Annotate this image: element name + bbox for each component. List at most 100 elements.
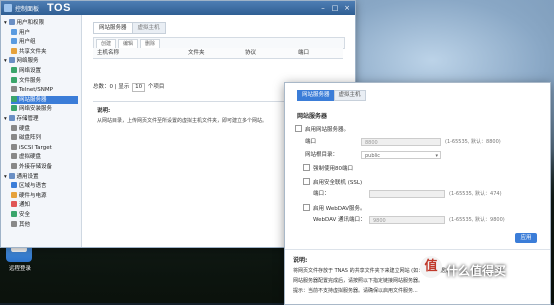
- sidebar-item[interactable]: 用户: [11, 28, 78, 37]
- webdav-checkbox[interactable]: [303, 204, 310, 211]
- maximize-button[interactable]: □: [331, 4, 339, 12]
- sidebar-item[interactable]: 通知: [11, 201, 78, 209]
- dialog-desc-line-2: 网站服务器配置完成后，请按照以下指定链接网站服务器。: [293, 278, 424, 284]
- sidebar-item-icon: [11, 124, 17, 131]
- pager-items-label: 个项目: [147, 84, 165, 90]
- logo-text: TOS: [47, 2, 71, 14]
- sidebar-item-icon: [11, 105, 17, 112]
- sidebar-item-label: 虚拟硬盘: [19, 154, 42, 161]
- tab-web-server[interactable]: 网站服务器: [93, 22, 133, 34]
- table-header: 主机名称 文件夹 协议 端口: [93, 48, 343, 59]
- sidebar-item[interactable]: 网络设置: [11, 67, 78, 75]
- sidebar-item[interactable]: ▾ 用户和权限: [4, 19, 78, 27]
- port-input[interactable]: 8800: [361, 138, 441, 146]
- page-size-select[interactable]: 10: [132, 83, 146, 92]
- sidebar: ▾ 用户和权限 用户 用户组 共享文件夹 ▾ 网络服务网络设置文件服务 Telnet/SN…: [1, 15, 82, 247]
- sidebar-item-icon: [11, 67, 17, 73]
- expand-arrow-icon[interactable]: ▾: [4, 58, 9, 64]
- sidebar-item-label: 文件服务: [19, 77, 42, 84]
- sidebar-item[interactable]: 外接存储设备: [11, 163, 78, 171]
- cp-desc-text: 从网站目录，上传网页文件至所设置的虚拟主机文件夹，即可建立多个网站。: [97, 118, 268, 124]
- sidebar-item-label: 硬件与电源: [19, 192, 47, 199]
- sidebar-item-label: 网络设置: [19, 68, 42, 74]
- ssl-checkbox[interactable]: [303, 178, 310, 185]
- expand-arrow-icon[interactable]: ▾: [4, 20, 9, 26]
- sidebar-item-label: 通知: [19, 202, 31, 209]
- sidebar-item-icon: [11, 38, 17, 45]
- sidebar-item-icon: [11, 201, 17, 208]
- root-dir-value: public: [365, 153, 381, 159]
- dialog-tab-web-server[interactable]: 网站服务器: [297, 90, 335, 101]
- sidebar-item-label: 磁盘阵列: [19, 135, 42, 142]
- sidebar-item[interactable]: 网站服务器: [11, 95, 78, 104]
- enable-web-server-checkbox[interactable]: [295, 125, 302, 132]
- sidebar-item[interactable]: 用户组: [11, 38, 78, 46]
- webdav-port-hint: (1-65535, 默认：9800): [449, 217, 505, 223]
- sidebar-item-icon: [11, 76, 17, 83]
- sidebar-item[interactable]: 硬件与电源: [11, 191, 78, 200]
- sidebar-item-icon: [8, 172, 15, 179]
- dialog-tabs: 网站服务器 虚拟主机: [297, 90, 366, 101]
- col-hostname[interactable]: 主机名称: [97, 48, 119, 58]
- root-dir-select[interactable]: public ▾: [361, 151, 441, 159]
- ssl-port-hint: (1-65535, 默认：474): [449, 191, 502, 197]
- force-port80-label: 强制使用80端口: [313, 166, 353, 172]
- sidebar-item-label: 网络安装服务: [19, 106, 53, 113]
- force-port80-checkbox[interactable]: [303, 164, 310, 171]
- port-hint: (1-65535, 默认：8800): [445, 139, 501, 145]
- watermark-logo-icon: 值: [420, 256, 442, 278]
- sidebar-item[interactable]: Telnet/SNMP: [11, 86, 78, 94]
- ssl-label: 启用安全联机 (SSL): [313, 180, 363, 186]
- expand-arrow-icon[interactable]: ▾: [4, 116, 9, 122]
- section-title: 网站服务器: [297, 113, 328, 120]
- col-protocol[interactable]: 协议: [245, 48, 256, 58]
- sidebar-item[interactable]: 文件服务: [11, 76, 78, 85]
- pager-total: 总数：0 | 显示: [93, 84, 130, 90]
- sidebar-item-label: iSCSI Target: [19, 144, 52, 151]
- webdav-port-label: WebDAV 通讯端口：: [313, 217, 366, 223]
- sidebar-item-icon: [11, 220, 17, 227]
- webdav-port-input[interactable]: 9800: [369, 216, 445, 224]
- ssl-port-label: 端口：: [313, 191, 330, 197]
- sidebar-item[interactable]: 磁盘阵列: [11, 134, 78, 142]
- sidebar-item-icon: [8, 115, 15, 121]
- sidebar-item-label: Telnet/SNMP: [19, 87, 53, 94]
- enable-web-server-label: 启用网站服务器。: [305, 127, 350, 133]
- sidebar-item[interactable]: 其他: [11, 220, 78, 229]
- ssl-port-input[interactable]: [369, 190, 445, 198]
- dialog-tab-virtual-host[interactable]: 虚拟主机: [333, 90, 366, 101]
- sidebar-item-icon: [11, 163, 17, 169]
- sidebar-item-icon: [11, 143, 17, 150]
- close-button[interactable]: ×: [343, 4, 351, 12]
- sidebar-item[interactable]: ▾ 存储管理: [4, 115, 78, 123]
- sidebar-item[interactable]: 区域与语言: [11, 182, 78, 190]
- minimize-button[interactable]: –: [319, 4, 327, 12]
- webdav-label: 启用 WebDAV服务。: [313, 206, 366, 212]
- sidebar-item-icon: [8, 19, 15, 25]
- sidebar-item-icon: [11, 95, 17, 102]
- sidebar-item[interactable]: iSCSI Target: [11, 143, 78, 152]
- cp-tabs: 网站服务器 虚拟主机: [93, 22, 166, 34]
- watermark-text: 什么值得买: [446, 264, 507, 278]
- sidebar-item-label: 网站服务器: [19, 96, 47, 103]
- sidebar-item[interactable]: 硬盘: [11, 124, 78, 133]
- sidebar-item-label: 安全: [19, 212, 31, 218]
- sidebar-item[interactable]: 安全: [11, 211, 78, 219]
- sidebar-item-icon: [11, 28, 17, 35]
- col-port[interactable]: 端口: [298, 48, 309, 58]
- sidebar-item[interactable]: ▾ 网络服务: [4, 57, 78, 65]
- apply-button[interactable]: 应用: [515, 233, 537, 243]
- chevron-down-icon: ▾: [435, 153, 438, 159]
- sidebar-item-label: 其他: [19, 221, 31, 228]
- sidebar-item[interactable]: 网络安装服务: [11, 105, 78, 113]
- sidebar-item[interactable]: 共享文件夹: [11, 47, 78, 56]
- control-panel-icon: [4, 4, 12, 12]
- expand-arrow-icon[interactable]: ▾: [4, 174, 9, 180]
- col-folder[interactable]: 文件夹: [188, 48, 205, 58]
- sidebar-item[interactable]: 虚拟硬盘: [11, 153, 78, 161]
- webdav-row: 启用 WebDAV服务。: [303, 204, 366, 213]
- tab-virtual-host[interactable]: 虚拟主机: [131, 22, 166, 34]
- sidebar-item-icon: [11, 211, 17, 217]
- sidebar-item[interactable]: ▾ 通用设置: [4, 172, 78, 181]
- sidebar-item-icon: [11, 191, 17, 198]
